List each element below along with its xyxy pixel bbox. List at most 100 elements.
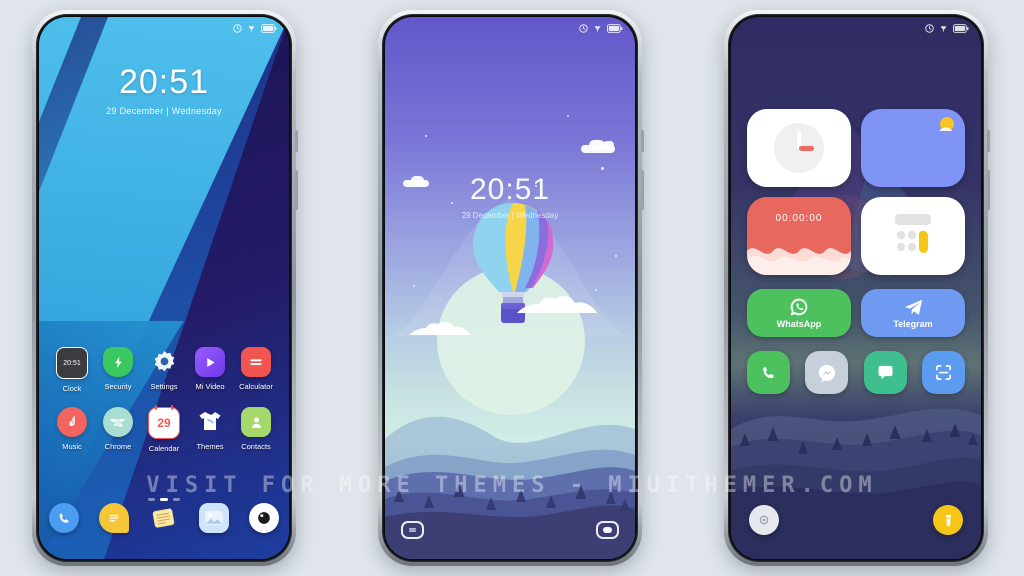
shield-bolt-icon[interactable] xyxy=(103,347,133,377)
camera-shutter-icon xyxy=(759,515,769,525)
clock-widget-icon[interactable]: 20:51 xyxy=(56,347,88,379)
app-label: Clock xyxy=(62,384,82,393)
gallery-icon[interactable] xyxy=(199,503,229,533)
app-label: Calculator xyxy=(239,382,273,391)
alarm-clock-icon xyxy=(925,23,934,33)
shortcut-messenger[interactable] xyxy=(805,351,849,394)
weather-widget[interactable] xyxy=(861,109,965,187)
app-security[interactable]: Security xyxy=(95,347,141,393)
app-contacts[interactable]: Contacts xyxy=(233,407,279,453)
phone-icon xyxy=(762,366,774,378)
cloud-group-left xyxy=(409,321,471,335)
scanner-icon xyxy=(935,364,951,381)
wallpaper-balloon-scene xyxy=(385,17,635,559)
app-label: Telegram xyxy=(893,318,933,329)
app-calculator[interactable]: Calculator xyxy=(233,347,279,393)
stopwatch-value: 00:00:00 xyxy=(775,213,823,224)
phone-center-bezel: 20:51 29 December | Wednesday xyxy=(382,14,638,562)
page-indicator[interactable] xyxy=(39,498,289,501)
app-music[interactable]: Music xyxy=(49,407,95,453)
calculator-icon xyxy=(895,214,931,253)
navigation-bar xyxy=(401,521,619,539)
page-dot[interactable] xyxy=(173,498,180,501)
power-button[interactable] xyxy=(295,130,298,152)
app-label: Contacts xyxy=(241,442,271,451)
clock-time: 20:51 xyxy=(118,63,210,101)
status-bar-left xyxy=(39,17,289,39)
dock-left xyxy=(49,503,279,533)
status-bar-center xyxy=(385,17,635,39)
analog-clock-widget[interactable] xyxy=(747,109,851,187)
silent-mode-icon xyxy=(594,25,601,31)
stopwatch-widget[interactable]: 00:00:00 xyxy=(747,197,851,275)
hot-air-balloon-icon xyxy=(473,203,553,323)
stopwatch-wave-decor xyxy=(747,248,851,275)
shortcut-chat[interactable] xyxy=(863,351,907,394)
phone-left-screen: 20:51 29 December | Wednesday 20:51 Cloc… xyxy=(39,17,289,559)
app-calendar[interactable]: 29 Calendar xyxy=(141,405,187,453)
page-dot-active[interactable] xyxy=(160,498,168,501)
messaging-apps: WhatsApp Telegram xyxy=(747,289,965,337)
phone-right-bezel: 00:00:00 WhatsApp Telegram xyxy=(728,14,984,562)
app-whatsapp[interactable]: WhatsApp xyxy=(747,289,851,337)
chrome-icon[interactable] xyxy=(103,407,133,437)
shortcut-row xyxy=(747,351,965,394)
app-settings[interactable]: Settings xyxy=(141,347,187,393)
power-button[interactable] xyxy=(641,130,644,152)
page-dot[interactable] xyxy=(148,498,155,501)
status-bar-right xyxy=(731,17,981,39)
app-themes[interactable]: Themes xyxy=(187,407,233,453)
volume-button[interactable] xyxy=(987,170,990,210)
notes-icon[interactable] xyxy=(149,503,179,533)
music-note-icon[interactable] xyxy=(57,407,87,437)
app-mi-video[interactable]: Mi Video xyxy=(187,347,233,393)
volume-button[interactable] xyxy=(641,170,644,210)
lockscreen-clock-left: 20:51 29 December | Wednesday xyxy=(39,65,289,116)
power-button[interactable] xyxy=(987,130,990,152)
phone-icon[interactable] xyxy=(49,503,79,533)
app-label: Settings xyxy=(150,382,178,391)
app-clock[interactable]: 20:51 Clock xyxy=(49,347,95,393)
battery-icon xyxy=(953,23,969,33)
clock-date: 29 December | Wednesday xyxy=(461,211,559,220)
camera-icon[interactable] xyxy=(249,503,279,533)
calculator-widget[interactable] xyxy=(861,197,965,275)
equals-icon[interactable] xyxy=(241,347,271,377)
flashlight-button[interactable] xyxy=(933,505,963,535)
messages-icon[interactable] xyxy=(99,503,129,533)
app-label: Chrome xyxy=(104,442,132,451)
silent-mode-icon xyxy=(248,25,255,31)
phone-right: 00:00:00 WhatsApp Telegram xyxy=(724,10,990,566)
app-label: Themes xyxy=(196,442,224,451)
clock-icon-time: 20:51 xyxy=(63,359,81,367)
silent-mode-icon xyxy=(940,25,947,31)
chat-bubble-icon xyxy=(878,365,893,380)
calendar-day: 29 xyxy=(157,416,171,430)
widget-grid: 00:00:00 xyxy=(747,109,965,275)
sun-cloud-icon xyxy=(939,117,954,131)
volume-button[interactable] xyxy=(295,170,298,210)
app-chrome[interactable]: Chrome xyxy=(95,407,141,453)
app-telegram[interactable]: Telegram xyxy=(861,289,965,337)
play-triangle-icon[interactable] xyxy=(195,347,225,377)
gear-icon[interactable] xyxy=(149,347,179,377)
app-label: WhatsApp xyxy=(776,319,822,329)
alarm-clock-icon xyxy=(579,23,588,33)
home-pill-icon[interactable] xyxy=(596,521,619,539)
t-shirt-icon[interactable] xyxy=(195,407,225,437)
shortcut-phone[interactable] xyxy=(747,351,790,394)
app-label: Security xyxy=(104,382,132,391)
clock-time: 20:51 xyxy=(469,173,551,206)
camera-shutter-button[interactable] xyxy=(749,505,779,535)
menu-recents-icon[interactable] xyxy=(401,521,424,539)
messenger-icon xyxy=(818,364,836,382)
analog-clock-icon xyxy=(774,123,824,173)
cloud-group-right xyxy=(517,295,597,313)
person-icon[interactable] xyxy=(241,407,271,437)
app-grid-left: 20:51 Clock Security Settings Mi Video C… xyxy=(49,347,279,453)
calendar-29-icon[interactable]: 29 xyxy=(148,405,180,439)
shortcut-scanner[interactable] xyxy=(921,351,965,394)
app-label: Mi Video xyxy=(195,382,225,391)
phone-left-bezel: 20:51 29 December | Wednesday 20:51 Cloc… xyxy=(36,14,292,562)
lockscreen-clock-center: 20:51 29 December | Wednesday xyxy=(385,173,635,221)
